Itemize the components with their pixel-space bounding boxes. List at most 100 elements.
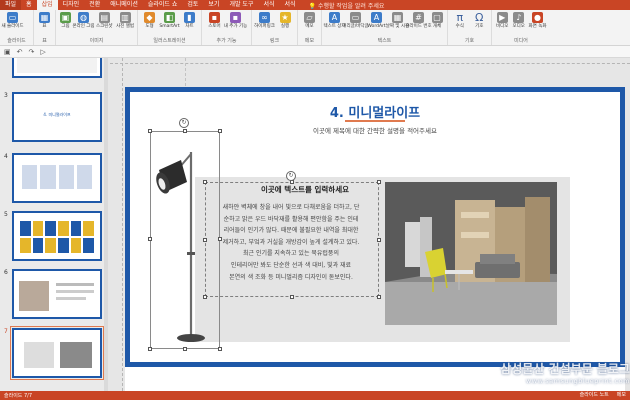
redo-icon[interactable]: ↷ — [29, 48, 35, 56]
tab-format-2[interactable]: 서식 — [280, 0, 301, 10]
tab-transitions[interactable]: 전환 — [84, 0, 105, 10]
store-icon: ▪ — [209, 12, 220, 23]
lamp-handle-bc[interactable] — [183, 347, 187, 351]
interior-photo[interactable] — [385, 182, 557, 325]
table-button[interactable]: ▦ 표 — [38, 12, 51, 29]
symbol-icon: Ω — [475, 11, 484, 24]
blog-watermark: 삼성물산 건설부문 블로그 www.samsungblueprint.com — [446, 360, 630, 385]
body-line-7: 본연의 색 조화 등 미니멀리즘 디자인이 돋보인다. — [229, 273, 353, 281]
action-button[interactable]: ★ 실행 — [277, 12, 293, 29]
notes-button[interactable]: 슬라이드 노트 — [580, 391, 609, 400]
lamp-handle-br[interactable] — [218, 347, 222, 351]
powerpoint-window: 파일 홈 삽입 디자인 전환 애니메이션 슬라이드 쇼 검토 보기 개발 도구 … — [0, 0, 630, 400]
undo-icon[interactable]: ↶ — [17, 48, 23, 56]
thumbnail-3-title: 4. 미니멀라이프 — [43, 112, 71, 117]
resize-handle-bc[interactable] — [290, 295, 294, 299]
slide-editing-canvas[interactable]: 4. 미니멀라이프 이곳에 제목에 대한 간략한 설명을 적어주세요 ↻ 이곳에… — [110, 58, 630, 394]
equation-button[interactable]: π 수식 — [452, 12, 468, 29]
action-icon: ★ — [279, 12, 291, 23]
table-icon: ▦ — [39, 12, 50, 23]
comments-button[interactable]: 메모 — [617, 391, 626, 400]
audio-icon: ♪ — [513, 12, 525, 23]
comment-icon: ▱ — [304, 12, 315, 23]
resize-handle-mr[interactable] — [377, 238, 381, 242]
chart-button[interactable]: ▮ 차트 — [182, 12, 197, 29]
online-picture-button[interactable]: ◍ 온라인 그림 — [72, 12, 95, 29]
text-box-title[interactable]: 이곳에 텍스트를 입력하세요 — [240, 184, 370, 195]
slide-title[interactable]: 4. 미니멀라이프 — [275, 102, 475, 121]
ribbon-group-comments: ▱ 메모 메모 — [298, 10, 322, 45]
object-button[interactable]: ▢ 개체 — [431, 12, 443, 29]
tell-me-search[interactable]: 💡 수행할 작업을 알려 주세요 — [309, 1, 385, 10]
smartart-button[interactable]: ◧ SmartArt — [159, 12, 180, 29]
video-icon: ▶ — [496, 12, 508, 23]
header-footer-button[interactable]: ▭ 머리글/바닥글 — [342, 12, 369, 29]
slide-subtitle[interactable]: 이곳에 제목에 대한 간략한 설명을 적어주세요 — [225, 125, 525, 135]
screenshot-button[interactable]: ▤ 스크린샷 — [96, 12, 113, 29]
lamp-handle-tr[interactable] — [218, 129, 222, 133]
ribbon-group-table: ▦ 표 표 — [34, 10, 56, 45]
lamp-rotate-handle-icon[interactable]: ↻ — [179, 118, 189, 128]
ribbon-group-illustrations: ◆ 도형 ◧ SmartArt ▮ 차트 일러스트레이션 — [138, 10, 202, 45]
lamp-handle-tl[interactable] — [148, 129, 152, 133]
tab-design[interactable]: 디자인 — [58, 0, 85, 10]
current-slide[interactable]: 4. 미니멀라이프 이곳에 제목에 대한 간략한 설명을 적어주세요 ↻ 이곳에… — [125, 87, 625, 394]
tab-format-1[interactable]: 서식 — [258, 0, 279, 10]
comment-button[interactable]: ▱ 메모 — [302, 12, 317, 29]
new-slide-icon: ▭ — [7, 12, 18, 23]
screenshot-icon: ▤ — [98, 12, 110, 23]
lamp-handle-mr[interactable] — [218, 237, 222, 241]
picture-button[interactable]: ▣ 그림 — [60, 12, 71, 29]
shapes-button[interactable]: ◆ 도형 — [142, 12, 157, 29]
date-time-button[interactable]: ▦ 날짜 및 시간 — [386, 12, 409, 29]
shapes-icon: ◆ — [144, 12, 155, 23]
audio-button[interactable]: ♪ 오디오 — [513, 12, 526, 29]
rotate-handle-icon[interactable]: ↻ — [286, 171, 296, 181]
tab-file[interactable]: 파일 — [0, 0, 22, 10]
tab-developer[interactable]: 개발 도구 — [224, 0, 258, 10]
title-underline — [345, 120, 405, 122]
ribbon-group-symbols: π 수식 Ω 기호 기호 — [448, 10, 492, 45]
tab-insert[interactable]: 삽입 — [36, 0, 58, 10]
save-icon[interactable]: ▣ — [4, 48, 11, 56]
textbox-button[interactable]: A 텍스트 상자 — [323, 12, 346, 29]
slide-number-button[interactable]: # 슬라이드 번호 — [405, 12, 432, 29]
my-addins-button[interactable]: ▪ 내 추가 기능 — [224, 12, 247, 29]
slide-number-icon: # — [413, 12, 424, 23]
album-button[interactable]: ▥ 사진 앨범 — [116, 12, 134, 29]
body-line-4: 제거하고, 부엌과 거실을 개방감이 높게 설계하고 있다. — [222, 238, 360, 246]
tab-home[interactable]: 홈 — [21, 0, 37, 10]
video-button[interactable]: ▶ 비디오 — [496, 12, 509, 29]
tab-review[interactable]: 검토 — [182, 0, 203, 10]
ribbon-group-text: A 텍스트 상자 ▭ 머리글/바닥글 A WordArt ▦ 날짜 및 시간 # 슬라이드… — [322, 10, 448, 45]
guide-vertical-left — [122, 58, 123, 391]
picture-icon: ▣ — [60, 12, 71, 23]
tab-animations[interactable]: 애니메이션 — [105, 0, 143, 10]
symbol-button[interactable]: Ω 기호 — [472, 12, 488, 29]
present-icon[interactable]: ▷ — [40, 48, 45, 56]
date-icon: ▦ — [392, 12, 403, 23]
hyperlink-button[interactable]: ∞ 하이퍼링크 — [254, 12, 275, 29]
thumbnail-scrollbar[interactable] — [104, 58, 108, 391]
wordart-button[interactable]: A WordArt — [367, 12, 386, 29]
new-slide-button[interactable]: ▭ 새 슬라이드 — [1, 12, 24, 29]
watermark-title: 삼성물산 건설부문 블로그 — [500, 362, 630, 376]
lamp-image-selection[interactable]: ↻ — [148, 118, 222, 351]
resize-handle-tr[interactable] — [377, 180, 381, 184]
record-icon: ● — [532, 12, 543, 23]
screen-record-button[interactable]: ● 화면 녹화 — [529, 12, 547, 29]
slide-thumbnail-panel[interactable]: 3 4. 미니멀라이프 4 5 6 7 — [0, 58, 108, 391]
body-line-6: 인테리어만 봐도 단순한 선과 색 대비, 빛과 재료 — [230, 261, 352, 269]
lamp-handle-bl[interactable] — [148, 347, 152, 351]
resize-handle-br[interactable] — [377, 295, 381, 299]
lamp-handle-tc[interactable] — [183, 129, 187, 133]
store-button[interactable]: ▪ 스토어 — [206, 12, 223, 29]
lamp-handle-ml[interactable] — [148, 237, 152, 241]
ribbon-tab-bar: 파일 홈 삽입 디자인 전환 애니메이션 슬라이드 쇼 검토 보기 개발 도구 … — [0, 0, 630, 10]
slide-counter: 슬라이드 7/7 — [4, 393, 33, 399]
ribbon-group-images: ▣ 그림 ◍ 온라인 그림 ▤ 스크린샷 ▥ 사진 앨범 이미지 — [56, 10, 138, 45]
tab-slideshow[interactable]: 슬라이드 쇼 — [143, 0, 183, 10]
body-line-1: 새하얀 벽체에 창을 내어 빛으로 다채로움을 더하고, 단 — [222, 204, 360, 211]
tab-view[interactable]: 보기 — [203, 0, 224, 10]
text-box-body[interactable]: 새하얀 벽체에 창을 내어 빛으로 다채로움을 더하고, 단 순하고 밝은 우드… — [210, 202, 372, 283]
